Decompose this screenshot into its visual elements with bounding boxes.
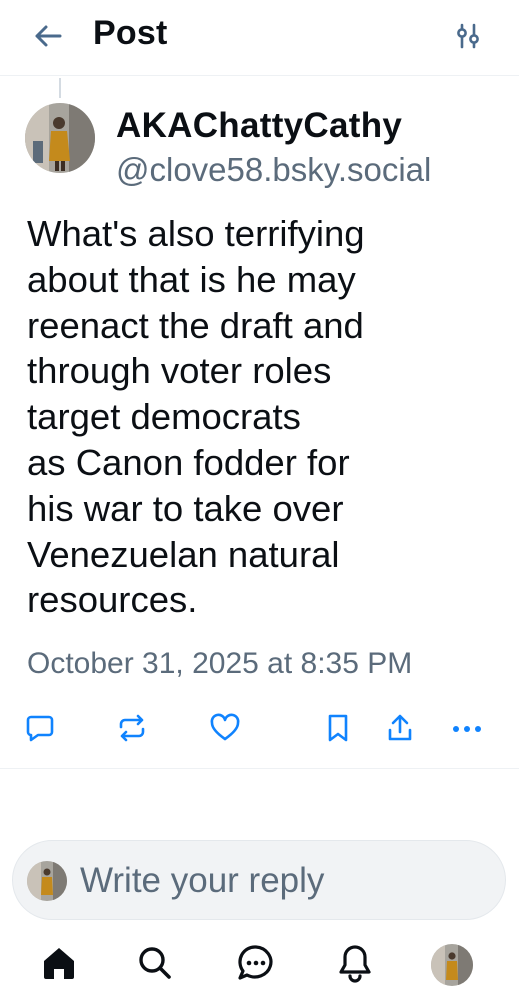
nav-profile[interactable]: [427, 940, 477, 990]
profile-avatar: [431, 944, 473, 986]
reply-button[interactable]: [20, 708, 60, 752]
bookmark-button[interactable]: [320, 708, 356, 752]
page-title: Post: [93, 14, 168, 52]
nav-notifications[interactable]: [330, 940, 380, 990]
thread-connector-line: [59, 78, 61, 98]
post-action-bar: [0, 708, 519, 752]
more-icon: [451, 721, 483, 739]
divider: [0, 768, 519, 769]
bottom-navigation: [0, 930, 519, 1000]
nav-chat[interactable]: [231, 940, 281, 990]
reply-icon: [24, 712, 56, 749]
chat-icon: [236, 943, 276, 988]
bookmark-icon: [324, 712, 352, 749]
my-avatar: [27, 861, 67, 901]
notifications-icon: [336, 943, 374, 988]
more-options-button[interactable]: [447, 708, 487, 752]
like-icon: [209, 712, 241, 749]
reply-composer[interactable]: Write your reply: [12, 840, 506, 920]
back-button[interactable]: [28, 20, 68, 56]
home-icon: [40, 944, 78, 987]
repost-button[interactable]: [112, 708, 152, 752]
share-icon: [385, 712, 415, 749]
thread-settings-button[interactable]: [448, 20, 488, 56]
nav-search[interactable]: [130, 940, 180, 990]
search-icon: [136, 944, 174, 987]
nav-home[interactable]: [34, 940, 84, 990]
arrow-left-icon: [32, 22, 64, 55]
author-avatar[interactable]: [25, 103, 95, 173]
post-timestamp: October 31, 2025 at 8:35 PM: [27, 647, 413, 680]
top-bar: Post: [0, 0, 519, 76]
post-text: What's also terrifying about that is he …: [27, 213, 365, 621]
like-button[interactable]: [205, 708, 245, 752]
author-handle[interactable]: @clove58.bsky.social: [116, 151, 431, 189]
repost-icon: [116, 712, 148, 749]
sliders-icon: [455, 22, 481, 55]
share-button[interactable]: [382, 708, 418, 752]
author-display-name[interactable]: AKAChattyCathy: [116, 106, 402, 146]
reply-placeholder: Write your reply: [80, 861, 325, 900]
